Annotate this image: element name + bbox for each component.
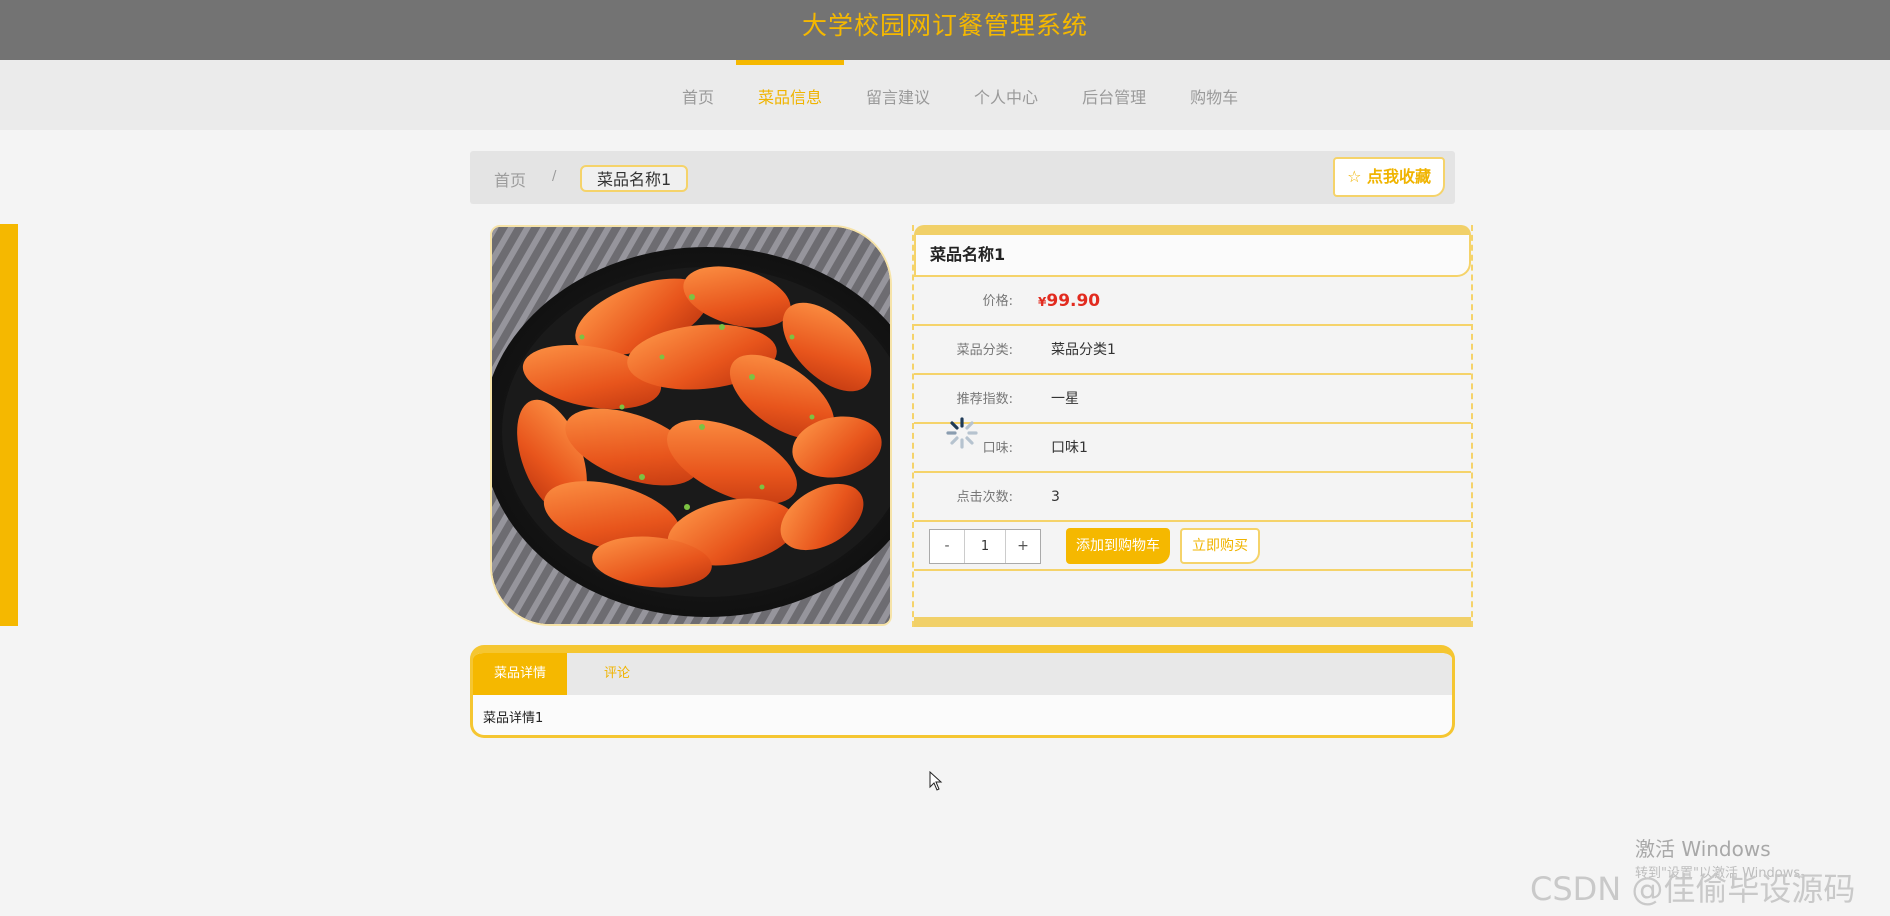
category-label: 菜品分类: <box>956 343 1013 358</box>
csdn-watermark: CSDN @佳偷毕设源码 <box>1530 870 1856 908</box>
breadcrumb-home-link[interactable]: 首页 <box>494 167 526 191</box>
nav-items: 首页 菜品信息 留言建议 个人中心 后台管理 购物车 <box>660 60 1260 130</box>
purchase-row: - + 添加到购物车 立即购买 <box>914 522 1471 571</box>
top-header: 大学校园网订餐管理系统 <box>0 0 1890 60</box>
panel-bottom-bar <box>914 617 1471 627</box>
clicks-label: 点击次数: <box>956 490 1013 505</box>
favorite-button[interactable]: ☆ 点我收藏 <box>1333 157 1445 197</box>
panel-top-bar <box>914 225 1471 235</box>
quantity-stepper: - + <box>929 529 1041 564</box>
price-value: ¥99.90 <box>1038 277 1100 327</box>
breadcrumb-separator: / <box>552 169 557 184</box>
nav-item-dishes[interactable]: 菜品信息 <box>736 60 845 130</box>
main-nav: 首页 菜品信息 留言建议 个人中心 后台管理 购物车 <box>0 60 1890 130</box>
nav-item-profile[interactable]: 个人中心 <box>952 60 1060 130</box>
clicks-value: 3 <box>1051 489 1060 505</box>
tab-content: 菜品详情1 <box>483 711 544 726</box>
taste-value: 口味1 <box>1051 440 1088 456</box>
side-accent-strip <box>0 224 18 626</box>
add-to-cart-button[interactable]: 添加到购物车 <box>1066 528 1170 564</box>
windows-activation-title: 激活 Windows <box>1635 837 1771 861</box>
quantity-plus-button[interactable]: + <box>1006 530 1040 563</box>
nav-item-admin[interactable]: 后台管理 <box>1060 60 1168 130</box>
taste-label: 口味: <box>982 441 1013 456</box>
price-label: 价格: <box>982 294 1013 309</box>
tab-comments[interactable]: 评论 <box>567 653 667 695</box>
category-row: 菜品分类: 菜品分类1 <box>914 326 1471 375</box>
dish-image <box>490 225 892 626</box>
quantity-minus-button[interactable]: - <box>930 530 964 563</box>
clicks-row: 点击次数: 3 <box>914 473 1471 522</box>
category-value: 菜品分类1 <box>1051 342 1116 358</box>
price-amount: 99.90 <box>1046 291 1101 311</box>
loading-spinner-icon <box>946 417 978 449</box>
rating-value: 一星 <box>1051 391 1079 407</box>
rating-row: 推荐指数: 一星 <box>914 375 1471 424</box>
tab-dish-details[interactable]: 菜品详情 <box>473 653 567 695</box>
breadcrumb: 首页 / 菜品名称1 ☆ 点我收藏 <box>470 151 1455 204</box>
price-row: 价格: ¥99.90 <box>914 277 1471 326</box>
site-title: 大学校园网订餐管理系统 <box>801 11 1088 40</box>
dish-photo <box>492 227 890 624</box>
nav-item-home[interactable]: 首页 <box>660 60 736 130</box>
dish-name: 菜品名称1 <box>914 235 1471 277</box>
nav-item-messages[interactable]: 留言建议 <box>844 60 952 130</box>
mouse-cursor-icon <box>929 771 943 791</box>
dish-info-panel: 菜品名称1 价格: ¥99.90 菜品分类: 菜品分类1 推荐指数: 一星 口味… <box>912 225 1473 627</box>
nav-item-cart[interactable]: 购物车 <box>1168 60 1260 130</box>
buy-now-button[interactable]: 立即购买 <box>1180 528 1260 564</box>
detail-tabs-panel: 菜品详情 评论 菜品详情1 <box>470 645 1455 738</box>
star-outline-icon: ☆ <box>1347 167 1362 186</box>
quantity-input[interactable] <box>964 530 1006 563</box>
tabs-header: 菜品详情 评论 <box>473 653 1452 695</box>
breadcrumb-current: 菜品名称1 <box>580 165 689 192</box>
taste-row: 口味: 口味1 <box>914 424 1471 473</box>
favorite-label: 点我收藏 <box>1366 167 1431 186</box>
